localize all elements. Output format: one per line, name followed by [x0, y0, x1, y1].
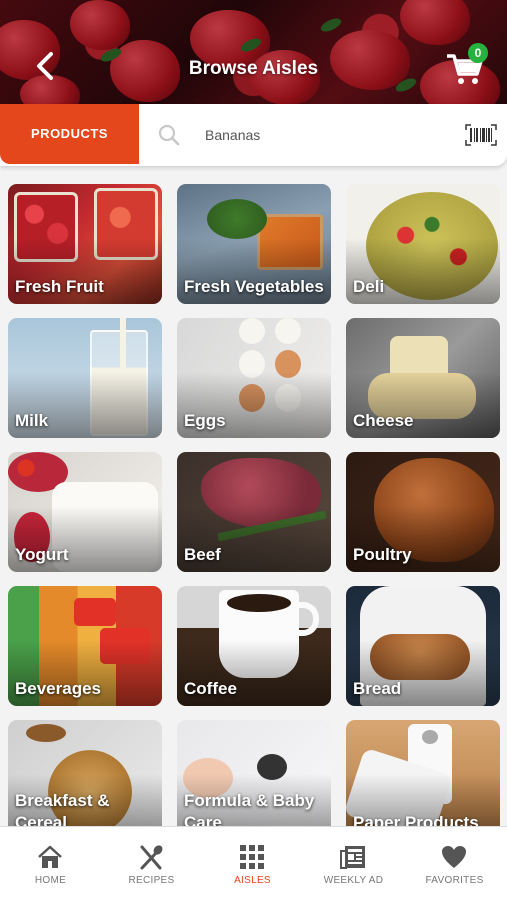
aisle-label: Beverages [15, 679, 102, 698]
header-banner: Browse Aisles 0 [0, 0, 507, 108]
aisle-tile-milk[interactable]: Milk [8, 318, 162, 438]
aisle-tile-poultry[interactable]: Poultry [346, 452, 500, 572]
barcode-scan-icon[interactable] [465, 124, 497, 146]
nav-home[interactable]: HOME [0, 827, 101, 900]
aisles-grid: Fresh Fruit Fresh Vegetables Deli Milk E… [8, 184, 500, 826]
aisle-label: Fresh Fruit [15, 277, 104, 296]
aisle-label: Poultry [353, 545, 412, 564]
app-root: Browse Aisles 0 PRODUCTS Bananas Fresh F… [0, 0, 507, 900]
search-icon [158, 124, 180, 146]
nav-recipes[interactable]: RECIPES [101, 827, 202, 900]
newspaper-icon [340, 846, 365, 869]
nav-aisles[interactable]: AISLES [202, 827, 303, 900]
aisle-label: Bread [353, 679, 402, 698]
aisle-tile-paper-products[interactable]: Paper Products [346, 720, 500, 826]
search-bar: PRODUCTS [0, 104, 507, 166]
nav-label: RECIPES [128, 875, 175, 886]
nav-label: WEEKLY AD [323, 875, 384, 886]
aisle-tile-breakfast-cereal[interactable]: Breakfast & Cereal [8, 720, 162, 826]
aisle-tile-bread[interactable]: Bread [346, 586, 500, 706]
page-title: Browse Aisles [188, 58, 319, 79]
grid-icon [240, 845, 264, 869]
nav-label: AISLES [234, 875, 271, 886]
aisle-label: Formula & Baby Care [184, 791, 315, 826]
heart-icon [442, 846, 466, 868]
aisle-tile-cheese[interactable]: Cheese [346, 318, 500, 438]
aisle-label: Cheese [353, 411, 414, 430]
aisle-tile-fresh-vegetables[interactable]: Fresh Vegetables [177, 184, 331, 304]
aisle-tile-beverages[interactable]: Beverages [8, 586, 162, 706]
aisle-label: Breakfast & Cereal [15, 791, 110, 826]
aisle-label: Paper Products [353, 813, 479, 826]
aisle-label: Coffee [184, 679, 237, 698]
nav-label: FAVORITES [425, 875, 484, 886]
nav-favorites[interactable]: FAVORITES [404, 827, 505, 900]
aisle-label: Beef [184, 545, 221, 564]
aisle-tile-fresh-fruit[interactable]: Fresh Fruit [8, 184, 162, 304]
aisle-label: Fresh Vegetables [184, 277, 324, 296]
aisle-tile-eggs[interactable]: Eggs [177, 318, 331, 438]
products-tab[interactable]: PRODUCTS [0, 104, 139, 164]
aisle-label: Yogurt [15, 545, 69, 564]
search-input[interactable] [205, 124, 455, 146]
home-icon [38, 845, 62, 868]
nav-label: HOME [34, 875, 67, 886]
aisle-tile-coffee[interactable]: Coffee [177, 586, 331, 706]
aisle-label: Deli [353, 277, 385, 296]
aisle-label: Milk [15, 411, 49, 430]
cart-count-badge: 0 [468, 43, 488, 63]
bottom-nav: HOME RECIPES AISLES WEEKLY AD FAVORITES [0, 826, 507, 900]
aisle-tile-deli[interactable]: Deli [346, 184, 500, 304]
fork-spoon-icon [140, 845, 163, 870]
aisle-tile-yogurt[interactable]: Yogurt [8, 452, 162, 572]
aisle-label: Eggs [184, 411, 226, 430]
aisle-tile-beef[interactable]: Beef [177, 452, 331, 572]
nav-weekly-ad[interactable]: WEEKLY AD [303, 827, 404, 900]
aisle-tile-formula-baby-care[interactable]: Formula & Baby Care [177, 720, 331, 826]
